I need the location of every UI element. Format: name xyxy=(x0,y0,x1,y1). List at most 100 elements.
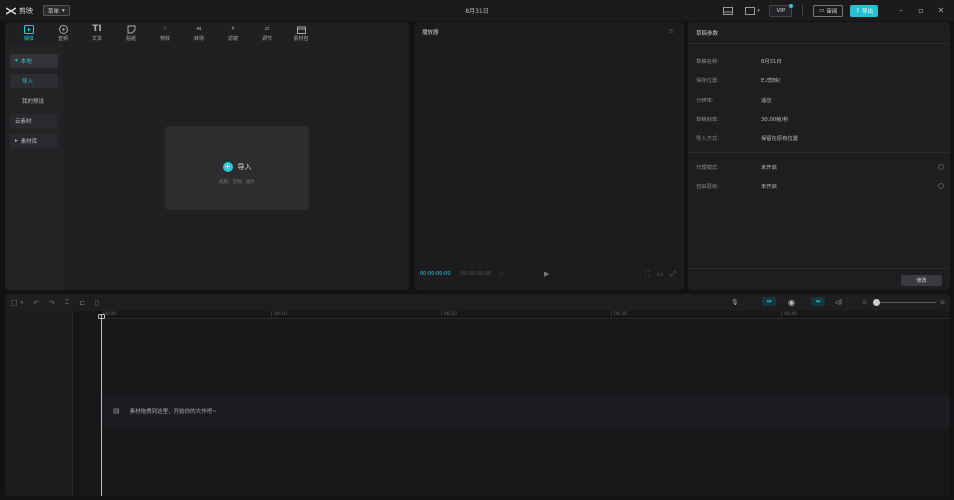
tab-package[interactable]: 素材包 xyxy=(284,22,318,44)
chevron-down-icon[interactable]: ▾ xyxy=(21,300,24,306)
sidebar-item-label: 导入 xyxy=(22,79,34,85)
select-cursor-icon[interactable]: ⬚ xyxy=(11,299,18,307)
adjust-icon: ⇄ xyxy=(264,26,270,32)
param-value: 保留在原有位置 xyxy=(761,136,799,142)
import-dropzone[interactable]: + 导入 视频、音频、图片 xyxy=(165,126,309,210)
close-icon[interactable]: ✕ xyxy=(934,6,948,15)
split-icon[interactable]: ⌶ xyxy=(65,298,69,307)
text-icon: TI xyxy=(92,24,102,34)
notification-dot xyxy=(789,3,794,8)
chevron-down-icon: ▾ xyxy=(62,7,65,14)
timeline-panel: ⬚ ▾ ↶ ↷ ⌶ ⊏ ▯ 🎙 ⇹ ◉ ⇹ ◁) ⊖ ⊕ 00:00 | 00:… xyxy=(5,294,950,496)
zoom-out-icon[interactable]: ⊖ xyxy=(862,297,867,308)
film-icon: ▤ xyxy=(113,407,120,415)
divider xyxy=(802,5,804,16)
microphone-icon[interactable]: 🎙 xyxy=(731,297,739,308)
zoom-slider-knob[interactable] xyxy=(873,299,880,306)
tab-text[interactable]: TI 文本 xyxy=(80,22,114,44)
main-track[interactable]: ▤ 素材拖拽到这里，开始你的大作吧~ xyxy=(101,395,950,427)
minimize-icon[interactable]: – xyxy=(894,6,908,15)
media-sidebar: ▾ 本地 导入 我的预设 云素材 ▸ 素材库 xyxy=(5,44,63,290)
param-row: 草稿名称: 8月31日 xyxy=(696,57,782,65)
ruler-tick: | 00:30 xyxy=(611,312,627,317)
ratio-icon[interactable]: ▭ xyxy=(657,270,664,279)
param-value: 30.00帧/秒 xyxy=(761,117,789,123)
fullscreen-icon[interactable]: ⤢ xyxy=(670,270,676,279)
crop-icon[interactable]: ⛶ xyxy=(645,270,650,279)
chevron-right-icon: ▸ xyxy=(15,138,18,144)
current-timecode: 00:00:00:00 xyxy=(420,271,451,277)
export-label: 导出 xyxy=(861,8,873,15)
param-row: 草稿帧率: 30.00帧/秒 xyxy=(696,115,789,123)
modify-button[interactable]: 修改 xyxy=(901,275,942,286)
layout-icon[interactable] xyxy=(721,6,735,16)
audio-icon xyxy=(58,24,68,34)
sidebar-item-label: 本地 xyxy=(20,59,32,65)
sticker-icon xyxy=(126,24,136,34)
tab-filter[interactable]: ⚘ 滤镜 xyxy=(216,22,250,44)
param-key: 分辨率: xyxy=(696,98,714,104)
maximize-icon[interactable]: ▫ xyxy=(914,6,928,15)
delete-left-icon[interactable]: ⊏ xyxy=(79,299,85,307)
tab-label: 文本 xyxy=(91,36,102,42)
vip-button[interactable]: VIP xyxy=(769,3,794,17)
param-row: 保存位置: E:/剪映/ xyxy=(696,76,780,84)
chevron-down-icon: ▾ xyxy=(15,58,18,64)
effects-icon: ☆ xyxy=(162,26,168,32)
sidebar-item-label: 素材库 xyxy=(20,139,38,145)
help-icon[interactable] xyxy=(938,164,944,170)
sidebar-item-library[interactable]: ▸ 素材库 xyxy=(10,134,58,148)
main-track-magnet-icon[interactable]: ⇹ xyxy=(762,297,776,306)
divider xyxy=(688,268,950,269)
media-toolbar: 媒体 音频 TI 文本 贴纸 ☆ 特效 ⋈ 转场 ⚘ 滤镜 ⇄ 调节 素材包 xyxy=(5,22,409,44)
sidebar-item-import[interactable]: 导入 xyxy=(10,74,58,88)
play-icon[interactable]: ▶ xyxy=(544,270,549,278)
tab-label: 滤镜 xyxy=(227,36,238,42)
player-title: 播放器 xyxy=(422,30,439,36)
help-icon[interactable] xyxy=(938,183,944,189)
tab-label: 转场 xyxy=(193,36,204,42)
redo-icon[interactable]: ↷ xyxy=(49,299,55,307)
param-key: 保存位置: xyxy=(696,78,719,84)
sidebar-item-local[interactable]: ▾ 本地 xyxy=(10,54,58,68)
sidebar-item-label: 云素材 xyxy=(15,119,32,125)
filter-icon: ⚘ xyxy=(230,26,236,32)
param-value: 8月31日 xyxy=(761,59,782,65)
tab-sticker[interactable]: 贴纸 xyxy=(114,22,148,44)
import-label: 导入 xyxy=(237,163,252,171)
delete-icon[interactable]: ▯ xyxy=(95,299,99,307)
param-value: E:/剪映/ xyxy=(761,78,781,84)
tab-adjust[interactable]: ⇄ 调节 xyxy=(250,22,284,44)
sidebar-item-my-presets[interactable]: 我的预设 xyxy=(10,94,58,108)
playhead-handle[interactable] xyxy=(98,314,105,319)
export-button[interactable]: ⇪ 导出 xyxy=(850,4,878,17)
param-value: 适应 xyxy=(761,98,772,104)
title-bar: 剪映 菜单 ▾ 8月31日 ▾ VIP ▭ 审阅 ⇪ 导出 – ▫ ✕ xyxy=(0,0,954,21)
share-button[interactable]: ▭ 审阅 xyxy=(813,4,844,17)
waveform-icon: ⌇⌇ xyxy=(499,271,504,277)
zoom-in-icon[interactable]: ⊕ xyxy=(940,297,945,308)
ruler-tick: | 00:10 xyxy=(271,312,287,317)
param-row: 代理模式: 未开启 xyxy=(696,163,777,171)
package-icon xyxy=(296,24,306,34)
linkage-icon[interactable]: ⇹ xyxy=(811,297,825,306)
menu-icon[interactable]: ≡ xyxy=(668,27,674,35)
menu-button[interactable]: 菜单 ▾ xyxy=(43,5,70,16)
audio-icon[interactable]: ◁) xyxy=(835,297,842,308)
screen-layout-icon[interactable]: ▾ xyxy=(743,6,761,16)
media-icon xyxy=(24,24,34,34)
tab-audio[interactable]: 音频 xyxy=(46,22,80,44)
tab-media[interactable]: 媒体 xyxy=(12,22,46,44)
tab-transition[interactable]: ⋈ 转场 xyxy=(182,22,216,44)
zoom-slider[interactable] xyxy=(876,302,936,303)
tab-effects[interactable]: ☆ 特效 xyxy=(148,22,182,44)
playhead[interactable] xyxy=(101,314,102,496)
time-ruler[interactable]: 00:00 | 00:10 | 00:20 | 00:30 | 00:40 xyxy=(101,311,950,319)
sidebar-item-cloud[interactable]: 云素材 xyxy=(10,114,58,128)
tab-label: 素材包 xyxy=(293,36,309,42)
undo-icon[interactable]: ↶ xyxy=(33,299,39,307)
ruler-tick: | 00:40 xyxy=(781,312,797,317)
preview-axis-icon[interactable]: ◉ xyxy=(788,297,795,308)
divider xyxy=(688,152,950,153)
total-timecode: 00:00:00:00 xyxy=(460,271,492,277)
